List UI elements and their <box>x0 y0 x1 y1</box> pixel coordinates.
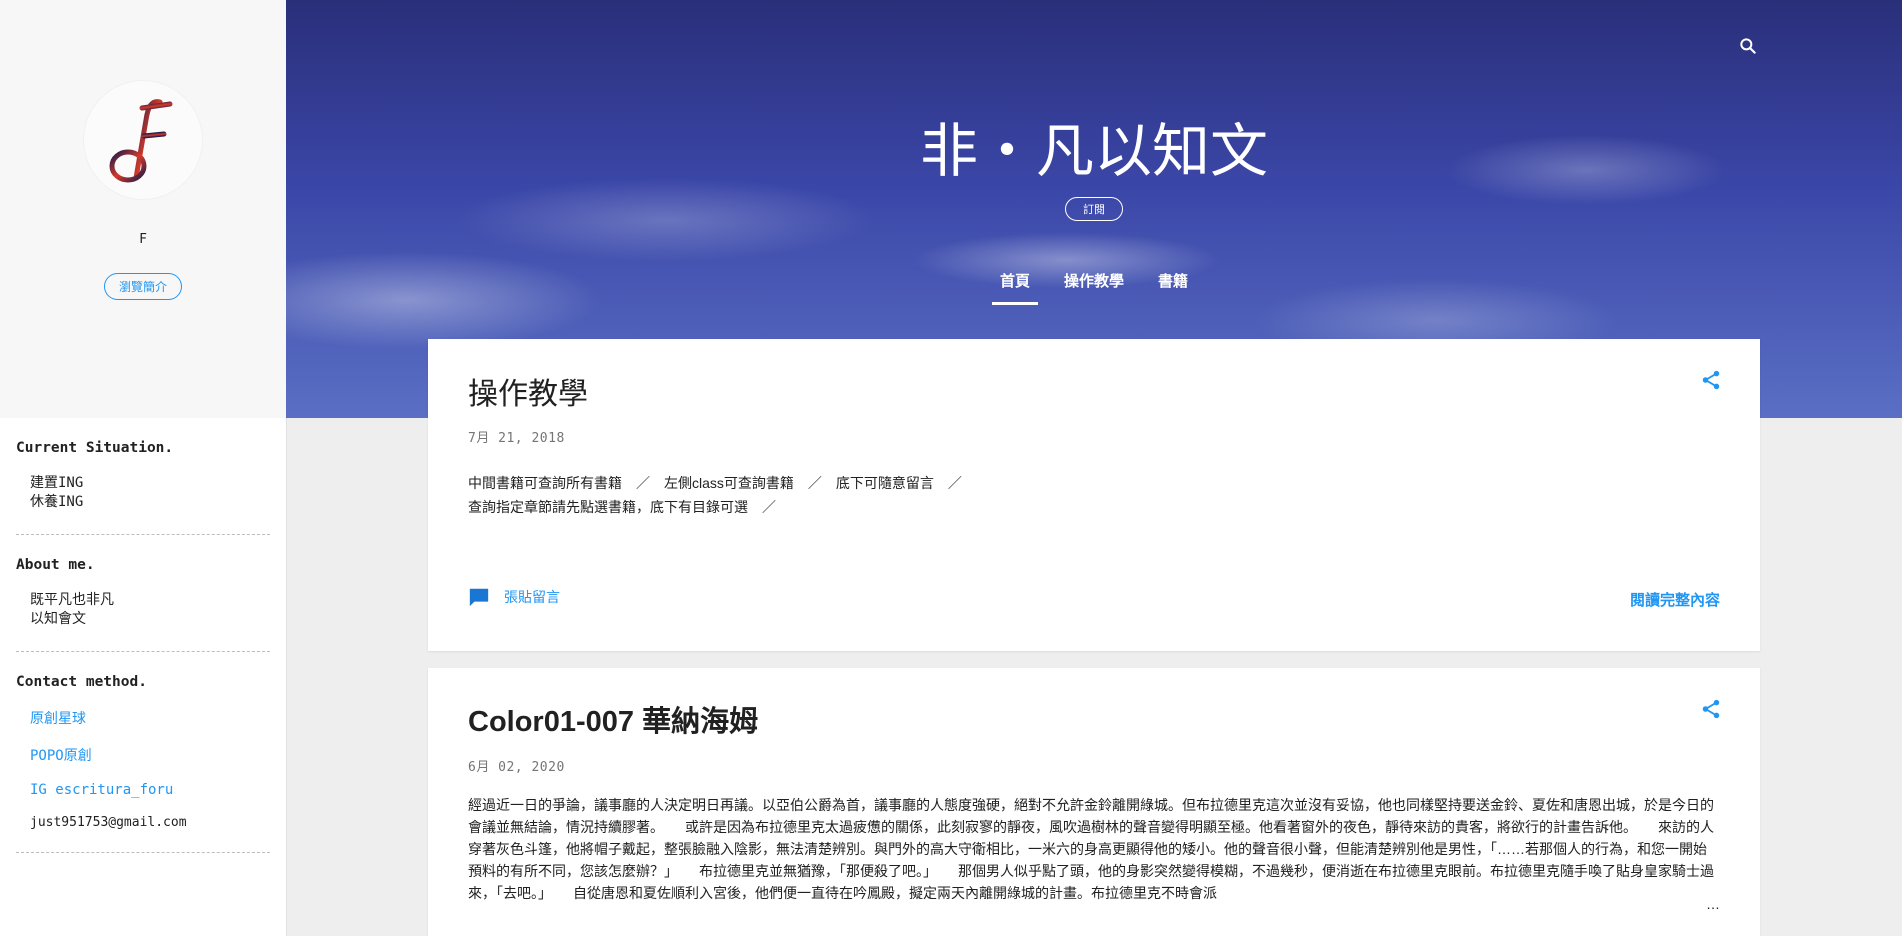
post-title[interactable]: Color01-007 華納海姆 <box>468 698 758 740</box>
subscribe-button[interactable]: 訂閱 <box>1065 197 1123 221</box>
widget-contact: Contact method. 原創星球 POPO原創 IG escritura… <box>16 652 270 853</box>
widget-current-situation: Current Situation. 建置ING 休養ING <box>16 418 270 535</box>
contact-email: just951753@gmail.com <box>30 815 187 830</box>
post-comment-link[interactable]: 張貼留言 <box>468 586 560 608</box>
profile-name: F <box>139 232 147 247</box>
logo-f-icon <box>109 99 173 183</box>
sidebar-widgets: Current Situation. 建置ING 休養ING About me.… <box>0 418 286 853</box>
tab-home[interactable]: 首頁 <box>991 270 1039 305</box>
avatar[interactable] <box>83 80 203 200</box>
widget-line: 休養ING <box>30 494 84 510</box>
view-profile-button[interactable]: 瀏覽簡介 <box>103 273 182 300</box>
post-card: Color01-007 華納海姆 6月 02, 2020 經過近一日的爭論，議事… <box>428 668 1760 936</box>
widget-title: About me. <box>16 557 95 573</box>
widget-text: 建置ING 休養ING <box>16 474 270 512</box>
contact-link-popo[interactable]: POPO原創 <box>16 745 270 765</box>
contact-link-original-planet[interactable]: 原創星球 <box>16 708 270 728</box>
tab-tutorial[interactable]: 操作教學 <box>1064 270 1124 305</box>
snippet-line: 查詢指定章節請先點選書籍，底下有目錄可選 ／ <box>468 499 776 515</box>
widget-title: Current Situation. <box>16 440 174 456</box>
post-snippet: 中間書籍可查詢所有書籍 ／ 左側class可查詢書籍 ／ 底下可隨意留言 ／ 查… <box>468 471 1468 519</box>
post-date[interactable]: 7月 21, 2018 <box>468 427 565 446</box>
share-icon[interactable] <box>1700 698 1722 725</box>
widget-text: 既平凡也非凡 以知會文 <box>16 591 270 629</box>
sidebar: F 瀏覽簡介 Current Situation. 建置ING 休養ING Ab… <box>0 0 287 936</box>
post-card: 操作教學 7月 21, 2018 中間書籍可查詢所有書籍 ／ 左側class可查… <box>428 339 1760 651</box>
widget-title: Contact method. <box>16 674 147 690</box>
widget-line: 既平凡也非凡 <box>30 592 114 608</box>
read-more-link[interactable]: 閱讀完整內容 <box>1630 589 1720 610</box>
post-snippet: 經過近一日的爭論，議事廳的人決定明日再議。以亞伯公爵為首，議事廳的人態度強硬，絕… <box>468 797 1714 901</box>
widget-line: 建置ING <box>30 475 84 491</box>
post-date[interactable]: 6月 02, 2020 <box>468 756 565 775</box>
share-icon[interactable] <box>1700 369 1722 396</box>
widget-about-me: About me. 既平凡也非凡 以知會文 <box>16 535 270 652</box>
blog-title[interactable]: 非‧凡以知文 <box>286 104 1902 188</box>
post-title[interactable]: 操作教學 <box>468 369 588 413</box>
snippet-line: 中間書籍可查詢所有書籍 ／ 左側class可查詢書籍 ／ 底下可隨意留言 ／ <box>468 475 962 491</box>
comment-label: 張貼留言 <box>504 589 560 605</box>
tab-books[interactable]: 書籍 <box>1158 270 1188 305</box>
comment-icon <box>469 588 489 607</box>
main-nav: 首頁 操作教學 書籍 <box>286 270 1902 305</box>
snippet-ellipsis: … <box>1702 896 1720 912</box>
contact-link-instagram[interactable]: IG escritura_foru <box>16 782 270 798</box>
widget-line: 以知會文 <box>30 611 86 627</box>
search-icon[interactable] <box>1738 36 1758 61</box>
profile-section: F 瀏覽簡介 <box>0 0 286 418</box>
